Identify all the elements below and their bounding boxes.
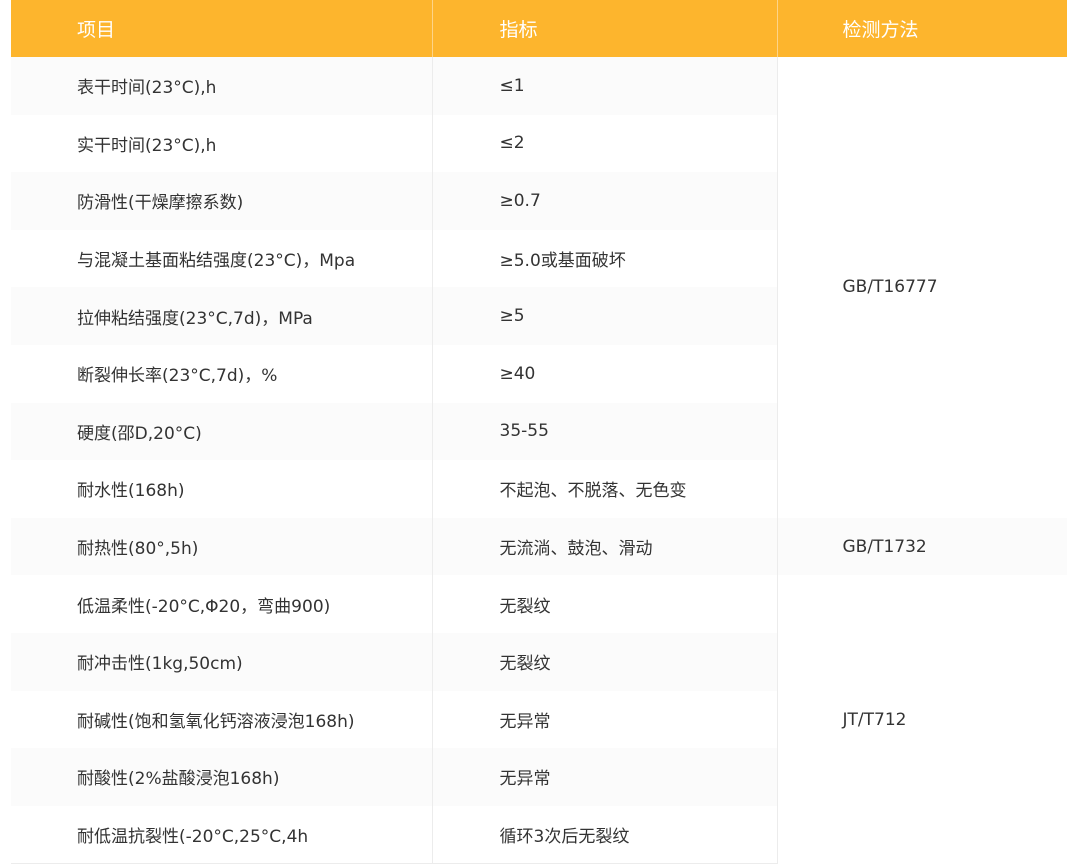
row-item: 实干时间(23°C),h (11, 114, 433, 173)
row-spec: ≤1 (432, 57, 778, 115)
spec-table-container: 项目 指标 检测方法 表干时间(23°C),h ≤1 GB/T16777 实干时… (11, 0, 1067, 864)
row-spec: 35-55 (432, 402, 778, 461)
method-jt-t712: JT/T712 (842, 709, 907, 730)
spec-table: 项目 指标 检测方法 表干时间(23°C),h ≤1 GB/T16777 实干时… (11, 0, 1067, 864)
row-item: 耐冲击性(1kg,50cm) (11, 632, 433, 691)
row-spec: 不起泡、不脱落、无色变 (432, 460, 778, 518)
row-item: 拉伸粘结强度(23°C,7d)，MPa (11, 287, 433, 345)
table-row: 低温柔性(-20°C,Φ20，弯曲900) 无裂纹 JT/T712 (11, 575, 1067, 730)
row-spec: ≥5.0或基面破坏 (432, 229, 778, 288)
header-item: 项目 (11, 0, 433, 57)
row-item: 耐低温抗裂性(-20°C,25°C,4h (11, 805, 433, 864)
row-item: 与混凝土基面粘结强度(23°C)，Mpa (11, 229, 433, 288)
row-spec: ≥5 (432, 287, 778, 345)
row-item: 断裂伸长率(23°C,7d)，% (11, 344, 433, 403)
table-header-row: 项目 指标 检测方法 (11, 0, 1067, 57)
row-spec: ≥0.7 (432, 172, 778, 230)
row-spec: ≥40 (432, 344, 778, 403)
row-spec: 无裂纹 (432, 632, 778, 691)
header-method: 检测方法 (777, 0, 1067, 57)
row-spec: ≤2 (432, 114, 778, 173)
method-gb-t1732: GB/T1732 (777, 517, 1067, 576)
row-spec: 循环3次后无裂纹 (432, 805, 778, 864)
table-row: 耐热性(80°,5h) 无流淌、鼓泡、滑动 GB/T1732 (11, 517, 1067, 576)
method-gb-t16777: GB/T16777 (842, 277, 938, 298)
row-item: 耐碱性(饱和氢氧化钙溶液浸泡168h) (11, 690, 433, 749)
row-spec: 无异常 (432, 748, 778, 806)
row-item: 防滑性(干燥摩擦系数) (11, 172, 433, 230)
row-spec: 无裂纹 (432, 575, 778, 633)
row-item: 耐热性(80°,5h) (11, 517, 433, 576)
table-row: 表干时间(23°C),h ≤1 GB/T16777 (11, 57, 1067, 297)
row-item: 耐酸性(2%盐酸浸泡168h) (11, 748, 433, 806)
header-spec: 指标 (432, 0, 778, 57)
row-spec: 无异常 (432, 690, 778, 749)
row-item: 低温柔性(-20°C,Φ20，弯曲900) (11, 575, 433, 633)
row-item: 硬度(邵D,20°C) (11, 402, 433, 461)
row-item: 表干时间(23°C),h (11, 57, 433, 115)
row-item: 耐水性(168h) (11, 460, 433, 518)
row-spec: 无流淌、鼓泡、滑动 (432, 517, 778, 576)
